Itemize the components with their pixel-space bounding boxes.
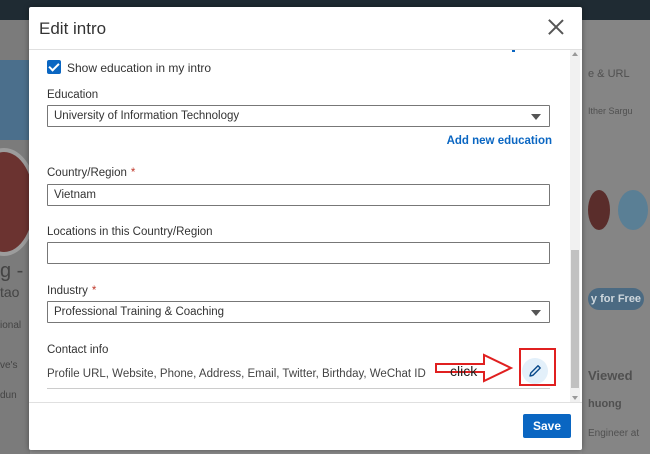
show-education-label: Show education in my intro [67, 61, 212, 75]
background-right-panel: e & URL Ither Sargu y for Free Viewed hu… [582, 20, 650, 454]
close-button[interactable] [544, 15, 568, 39]
background-text: Engineer at [588, 428, 640, 439]
background-button: y for Free [588, 288, 644, 310]
background-text: tao [0, 284, 20, 300]
modal-scrollbar[interactable] [570, 50, 580, 402]
contact-info-summary: Profile URL, Website, Phone, Address, Em… [47, 368, 426, 380]
background-text: dun [0, 390, 17, 401]
background-banner [0, 60, 30, 140]
key-icon [618, 190, 648, 230]
required-mark: * [91, 285, 97, 297]
background-text: huong [588, 398, 622, 410]
annotation-click-text: click [450, 363, 478, 379]
edit-intro-modal: Edit intro Show education in my intro Ed… [29, 7, 582, 450]
modal-footer: Save [29, 402, 582, 451]
required-mark: * [130, 167, 136, 179]
background-left-panel: g - S tao ional ve's dun [0, 20, 42, 454]
divider [47, 388, 550, 389]
industry-select[interactable]: Professional Training & Coaching [47, 301, 550, 323]
scroll-down-icon[interactable] [572, 396, 578, 400]
industry-label: Industry * [47, 285, 97, 297]
contact-info-label: Contact info [47, 344, 109, 356]
chevron-down-icon [531, 310, 541, 316]
show-education-checkbox[interactable] [47, 60, 61, 74]
background-text: Viewed [588, 368, 633, 383]
country-value: Vietnam [54, 189, 96, 201]
education-select[interactable]: University of Information Technology [47, 105, 550, 127]
education-label: Education [47, 89, 99, 101]
background-text: ve's [0, 360, 18, 371]
pencil-icon [529, 365, 541, 377]
background-text: Ither Sargu [588, 106, 633, 116]
scrolled-link-fragment [512, 50, 515, 52]
background-avatar [588, 190, 610, 230]
country-input[interactable]: Vietnam [47, 184, 550, 206]
scrollbar-thumb[interactable] [571, 250, 579, 388]
education-value: University of Information Technology [54, 110, 240, 122]
industry-value: Professional Training & Coaching [54, 306, 225, 318]
modal-title: Edit intro [39, 19, 107, 38]
chevron-down-icon [531, 114, 541, 120]
background-text: e & URL [588, 68, 630, 80]
save-button[interactable]: Save [523, 414, 571, 438]
add-new-education-link[interactable]: Add new education [447, 135, 552, 147]
modal-body: Show education in my intro Education Uni… [29, 50, 582, 402]
country-label: Country/Region * [47, 167, 136, 179]
locations-label: Locations in this Country/Region [47, 226, 213, 238]
locations-input[interactable] [47, 242, 550, 264]
edit-contact-info-button[interactable] [522, 358, 548, 384]
modal-header: Edit intro [29, 7, 582, 50]
scroll-up-icon[interactable] [572, 52, 578, 56]
background-text: ional [0, 320, 22, 331]
